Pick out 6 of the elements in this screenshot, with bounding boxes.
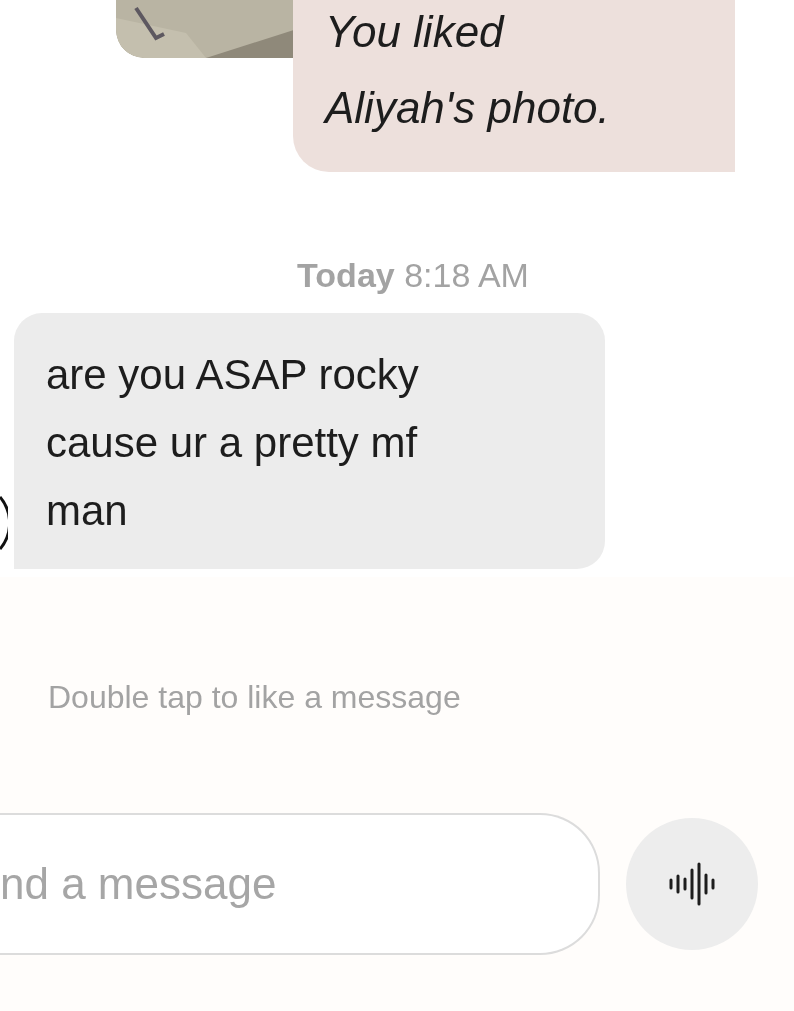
message-text: You liked Aliyah's photo.	[325, 6, 611, 134]
message-timestamp: Today 8:18 AM	[297, 255, 529, 296]
message-input[interactable]: nd a message	[0, 813, 600, 955]
waveform-icon	[669, 862, 715, 906]
message-text: are you ASAP rocky cause ur a pretty mf man	[46, 350, 420, 536]
hint-text: Double tap to like a message	[47, 678, 462, 717]
